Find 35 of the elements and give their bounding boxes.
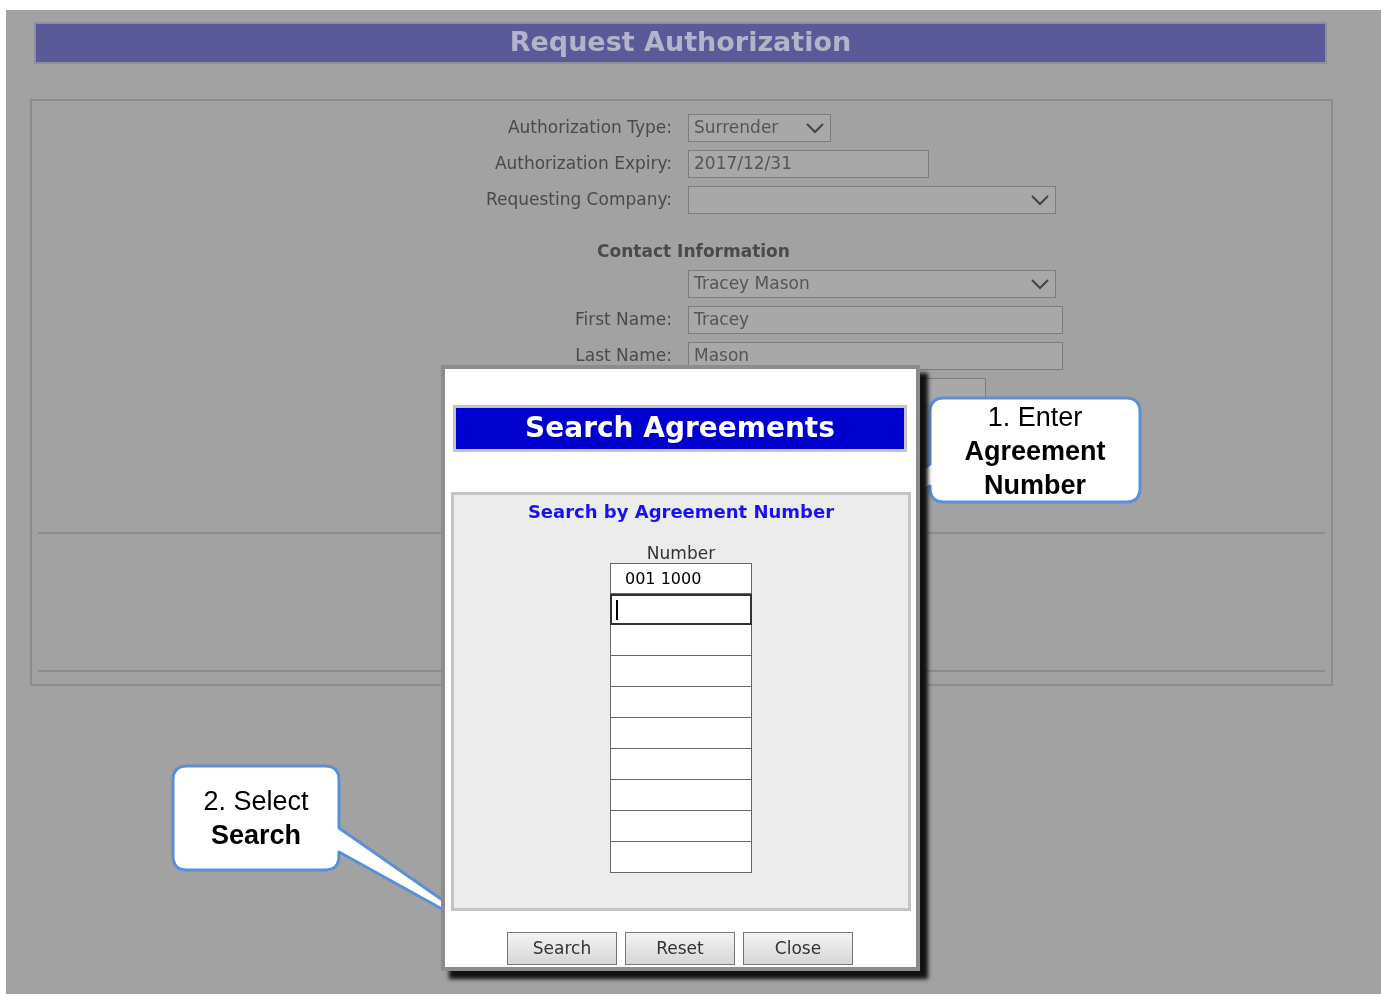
input-field[interactable] (610, 687, 752, 718)
input-field[interactable] (610, 749, 752, 780)
input-field[interactable] (610, 656, 752, 687)
select-field[interactable]: Tracey Mason (688, 270, 1056, 298)
input-field[interactable]: Tracey (688, 306, 1063, 334)
chevron-down-icon (1030, 194, 1050, 206)
column-label: Number (646, 543, 716, 563)
field-label: Authorization Type: (507, 117, 672, 138)
input-field[interactable] (610, 842, 752, 873)
input-field[interactable]: 001 1000 (610, 563, 752, 594)
dialog-title-bar: Search Agreements (453, 405, 907, 452)
chevron-down-icon (805, 122, 825, 134)
input-field[interactable]: Mason (688, 342, 1063, 370)
select-field[interactable]: Surrender (688, 114, 831, 142)
input-field[interactable]: 2017/12/31 (688, 150, 929, 178)
input-field[interactable] (610, 811, 752, 842)
select-field[interactable] (688, 186, 1056, 214)
field-label: Last Name: (575, 345, 672, 366)
field-label: Authorization Expiry: (494, 153, 672, 174)
text-cursor (616, 599, 618, 620)
chevron-down-icon (1030, 278, 1050, 290)
dialog-button[interactable]: Search (507, 932, 617, 965)
dialog-button[interactable]: Reset (625, 932, 735, 965)
input-field[interactable] (610, 594, 752, 625)
section-heading: Contact Information (596, 240, 791, 263)
group-title: Search by Agreement Number (527, 500, 835, 524)
field-label: First Name: (574, 309, 672, 330)
input-field[interactable] (610, 718, 752, 749)
page-title-bar: Request Authorization (34, 22, 1327, 64)
input-field[interactable] (610, 780, 752, 811)
callout-text: 2. Select Search (202, 785, 310, 852)
dialog-button[interactable]: Close (743, 932, 853, 965)
field-label: Requesting Company: (485, 189, 672, 210)
input-field[interactable] (610, 625, 752, 656)
callout-text: 1. Enter Agreement Number (963, 401, 1107, 502)
